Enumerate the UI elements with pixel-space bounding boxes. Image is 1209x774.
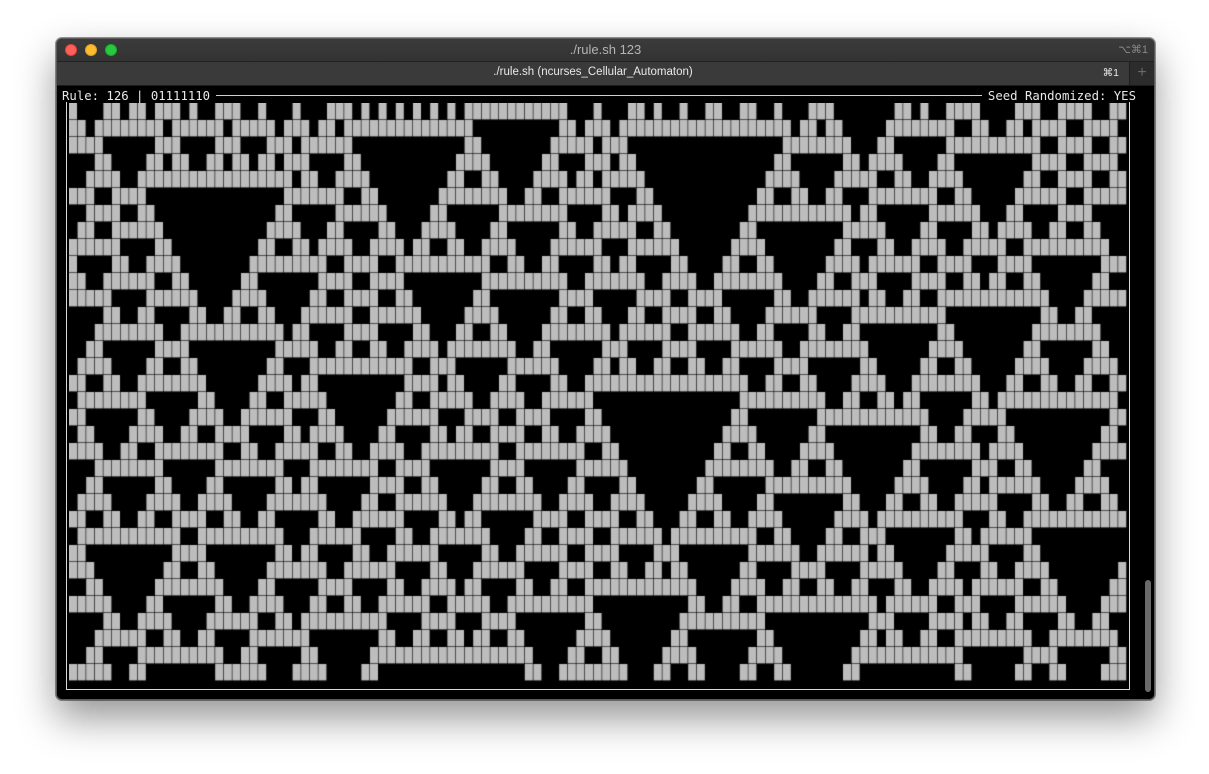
window-shortcut: ⌥⌘1 (1118, 44, 1148, 56)
window-title: ./rule.sh 123 (569, 42, 642, 57)
tab-rule-sh[interactable]: ./rule.sh (ncurses_Cellular_Automaton) ⌘… (57, 62, 1130, 85)
tab-shortcut: ⌘1 (1102, 67, 1119, 79)
tab-bar: ./rule.sh (ncurses_Cellular_Automaton) ⌘… (57, 62, 1154, 86)
status-divider (216, 95, 982, 96)
terminal-content[interactable]: Rule: 126 | 01111110 Seed Randomized: YE… (57, 86, 1154, 699)
seed-label: Seed Randomized: YES (987, 88, 1136, 103)
scrollbar-thumb[interactable] (1145, 580, 1151, 692)
rule-label: Rule: 126 | 01111110 (62, 88, 211, 103)
tab-title: ./rule.sh (ncurses_Cellular_Automaton) (493, 66, 693, 78)
status-line: Rule: 126 | 01111110 Seed Randomized: YE… (62, 88, 1136, 103)
automaton-grid (69, 103, 1127, 689)
new-tab-button[interactable]: + (1130, 62, 1154, 85)
title-bar[interactable]: ./rule.sh 123 ⌥⌘1 (57, 39, 1154, 62)
terminal-window: ./rule.sh 123 ⌥⌘1 ./rule.sh (ncurses_Cel… (56, 38, 1155, 700)
